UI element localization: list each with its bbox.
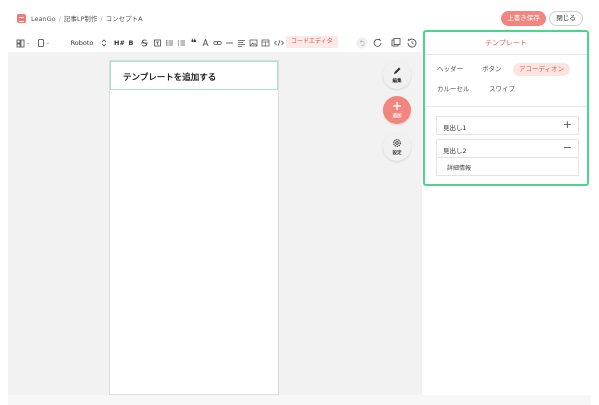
numbered-list-icon[interactable] [177,37,186,49]
mobile-device-icon[interactable] [37,37,45,49]
category-carousel[interactable]: カルーセル [437,83,470,96]
redo-icon[interactable] [372,37,384,49]
font-size-stepper-icon[interactable] [100,37,108,49]
quote-icon[interactable]: ❝ [189,37,198,49]
settings-button[interactable]: 設定 [383,133,411,161]
chevron-down-icon[interactable]: ⌄ [45,37,51,49]
layout-icon[interactable] [16,37,25,49]
add-label: 追加 [392,114,402,119]
pencil-icon [394,67,401,74]
bottom-edge [8,395,591,405]
category-accordion[interactable]: アコーディオン [513,63,571,76]
font-family-select[interactable]: Roboto [70,37,94,49]
code-icon[interactable] [273,37,285,49]
link-icon[interactable] [213,37,222,49]
app-header: LeanGo / 記事LP制作 / コンセプトA 上書き保存 閉じる [0,0,599,34]
accordion-detail-text: 詳細情報 [447,165,472,172]
breadcrumb-article[interactable]: 記事LP制作 [64,15,98,23]
bulleted-list-icon[interactable] [165,37,174,49]
category-button[interactable]: ボタン [482,63,502,76]
image-icon[interactable] [249,37,258,49]
overwrite-save-button[interactable]: 上書き保存 [501,11,546,26]
horizontal-rule-icon[interactable] [225,37,234,49]
collapse-minus-icon[interactable]: − [563,141,572,154]
breadcrumb-separator: / [100,15,103,23]
expand-plus-icon[interactable]: + [563,118,572,131]
copy-layers-icon[interactable] [390,37,402,49]
plus-icon [393,102,401,110]
chevron-down-icon[interactable]: ⌄ [25,37,31,49]
accordion-item-2-body: 詳細情報 [436,158,579,176]
breadcrumb-separator: / [58,15,61,23]
close-button[interactable]: 閉じる [549,11,583,26]
add-button[interactable]: 追加 [383,96,411,124]
heading-button[interactable]: H# [114,37,125,49]
add-template-block[interactable]: テンプレートを追加する [110,61,278,90]
accordion-title: 見出し2 [443,147,467,155]
category-header[interactable]: ヘッダー [437,63,463,76]
accordion-title: 見出し1 [443,124,467,132]
undo-icon[interactable] [356,37,368,49]
template-panel: テンプレート ヘッダー ボタン アコーディオン カルーセル スワイプ 見出し1 … [423,30,589,186]
align-left-icon[interactable] [237,37,246,49]
gear-icon [393,139,401,147]
page-preview[interactable]: テンプレートを追加する [109,60,279,395]
text-color-icon[interactable] [201,37,210,49]
accordion-item-2[interactable]: 見出し2 − [436,139,579,158]
leango-logo-icon[interactable] [17,14,26,23]
bold-button[interactable]: B [127,37,135,49]
breadcrumb: LeanGo / 記事LP制作 / コンセプトA [31,13,146,23]
breadcrumb-project[interactable]: LeanGo [31,15,56,23]
editor-toolbar: ⌄ ⌄ Roboto H# B ❝ [8,34,420,52]
settings-label: 設定 [392,151,402,156]
strikethrough-icon[interactable] [140,37,149,49]
text-box-icon[interactable] [153,37,162,49]
accordion-item-1[interactable]: 見出し1 + [436,116,579,135]
panel-divider [425,106,587,107]
table-icon[interactable] [261,37,270,49]
edit-label: 編集 [392,79,402,84]
add-template-label: テンプレートを追加する [123,73,217,83]
category-swipe[interactable]: スワイプ [489,83,515,96]
history-icon[interactable] [406,37,418,49]
breadcrumb-current: コンセプトA [105,15,143,23]
code-editor-button[interactable]: コードエディタ [286,36,338,48]
template-panel-title: テンプレート [425,32,587,55]
edit-button[interactable]: 編集 [383,61,411,89]
